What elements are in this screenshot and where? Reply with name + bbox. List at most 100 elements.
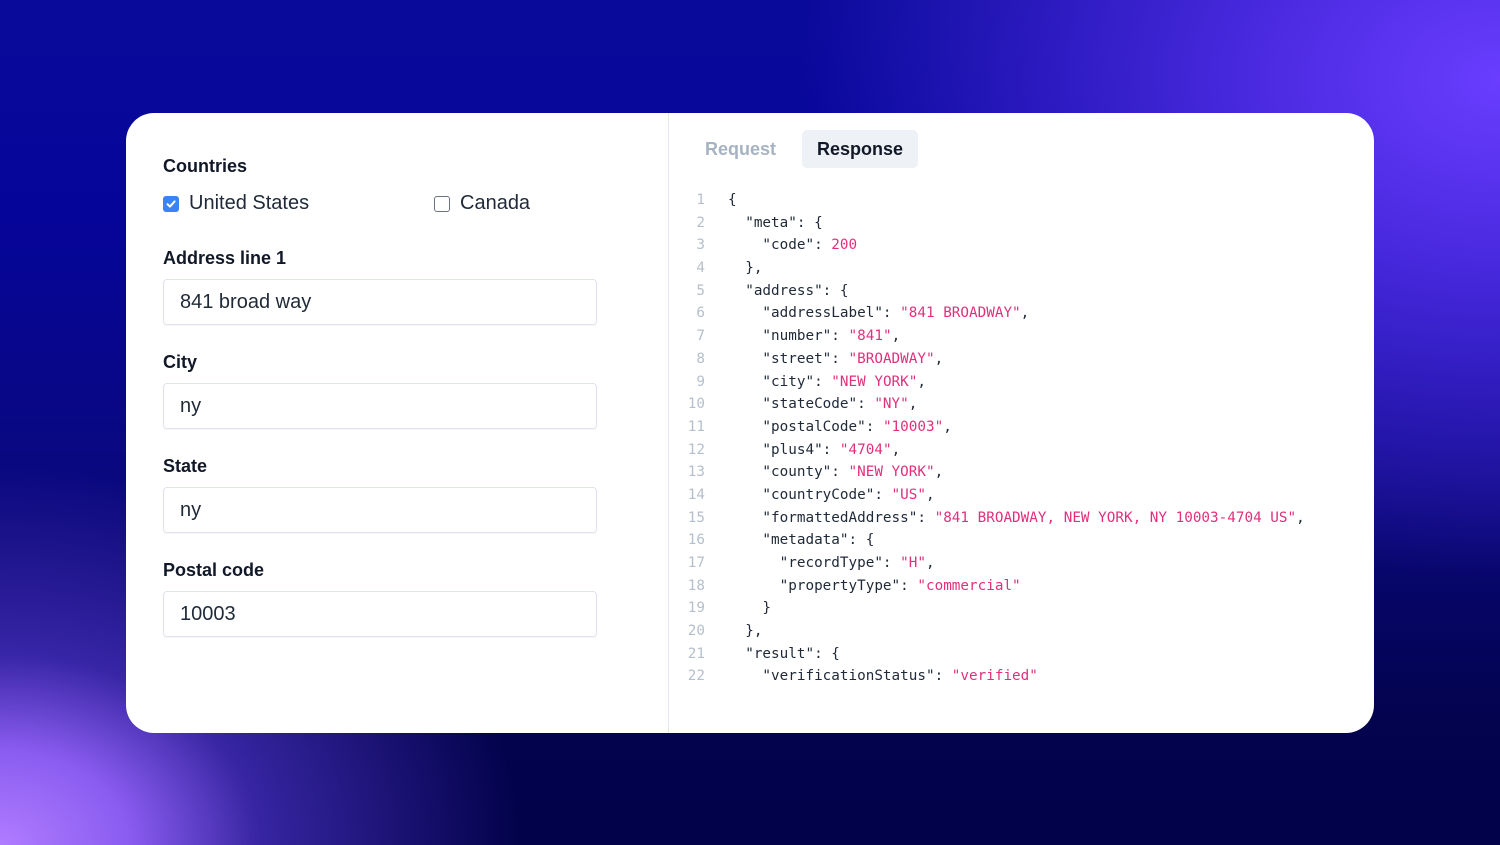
json-value: "841 BROADWAY" [900, 305, 1021, 322]
checkmark-icon [166, 199, 176, 208]
code-line: 16 "metadata": { [669, 529, 1305, 552]
code-text: "meta": { [728, 212, 822, 235]
line-number: 7 [696, 328, 705, 345]
json-token: "stateCode": [728, 396, 875, 413]
json-value: "841 BROADWAY, NEW YORK, NY 10003-4704 U… [934, 509, 1297, 526]
json-response-viewer: 1{2 "meta": {3 "code": 200 4 }, 5 "address… [669, 189, 1305, 688]
json-token: , [925, 486, 935, 503]
json-token: { [728, 192, 737, 208]
code-text: "stateCode": "NY", [728, 393, 917, 416]
postal-code-label: Postal code [163, 560, 265, 580]
state-label: State [163, 456, 208, 476]
line-number: 9 [696, 373, 705, 390]
code-text: "addressLabel": "841 BROADWAY", [728, 302, 1029, 325]
json-value: "NEW YORK" [848, 464, 935, 481]
line-number: 22 [687, 668, 705, 685]
code-line: 7 "number": "841", [669, 325, 1305, 348]
code-text: "result": { [728, 643, 840, 666]
code-text: "code": 200 [728, 234, 857, 257]
code-text: }, [728, 257, 762, 280]
json-token: , [1020, 305, 1030, 322]
request-response-tabs: Request Response [695, 130, 919, 168]
country-option-us[interactable]: United States [163, 192, 309, 215]
json-value: "commercial" [917, 577, 1021, 594]
json-value: "4704" [839, 441, 892, 458]
json-token: "street": [728, 350, 849, 367]
line-number: 11 [687, 418, 705, 435]
checkbox-canada[interactable] [434, 195, 450, 212]
json-value: 200 [831, 237, 858, 254]
json-token: }, [728, 623, 763, 640]
code-text: "county": "NEW YORK", [728, 461, 943, 484]
postal-code-input[interactable]: 10003 [163, 591, 597, 637]
line-number: 2 [696, 214, 705, 231]
code-text: "address": { [728, 280, 849, 303]
checkbox-label-canada: Canada [460, 192, 531, 214]
code-line: 5 "address": { [669, 280, 1305, 303]
line-number: 20 [687, 623, 705, 640]
code-text: "propertyType": "commercial" [728, 575, 1021, 598]
code-line: 8 "street": "BROADWAY", [669, 348, 1305, 371]
json-token: , [934, 350, 944, 367]
code-text: "postalCode": "10003", [728, 416, 952, 439]
line-number: 16 [687, 532, 705, 549]
json-token: , [917, 373, 926, 390]
city-input[interactable]: ny [163, 383, 597, 429]
code-line: 12 "plus4": "4704", [669, 439, 1305, 462]
line-number: 12 [687, 441, 705, 458]
code-line: 17 "recordType": "H", [669, 552, 1305, 575]
code-text: } [728, 597, 771, 620]
code-text: "formattedAddress": "841 BROADWAY, NEW Y… [728, 507, 1305, 530]
code-line: 21 "result": { [669, 643, 1305, 666]
city-label: City [163, 352, 198, 372]
json-token: "metadata": { [728, 532, 875, 549]
json-token: }, [728, 260, 763, 277]
code-line: 11 "postalCode": "10003", [669, 416, 1305, 439]
line-number: 4 [696, 260, 705, 277]
code-text: "recordType": "H", [728, 552, 935, 575]
checkbox-united-states[interactable] [163, 195, 179, 212]
json-token: , [925, 555, 935, 571]
json-token: "county": [728, 464, 849, 481]
code-line: 13 "county": "NEW YORK", [669, 461, 1305, 484]
json-token: , [943, 418, 952, 435]
code-text: { [728, 189, 737, 212]
line-number: 6 [696, 305, 705, 322]
json-token: "city": [728, 373, 832, 390]
address-line-1-input[interactable]: 841 broad way [163, 279, 597, 325]
json-value: "H" [900, 555, 926, 571]
address-form: Countries United States Canada Address l… [126, 113, 669, 733]
json-token: , [1296, 509, 1305, 526]
json-token: "propertyType": [728, 577, 918, 594]
country-option-canada[interactable]: Canada [434, 192, 530, 215]
json-value: "verified" [951, 668, 1038, 685]
line-number: 18 [687, 577, 705, 594]
code-text: }, [728, 620, 762, 643]
line-number: 15 [687, 509, 705, 526]
code-line: 22 "verificationStatus": "verified" [669, 665, 1305, 688]
line-number: 10 [687, 396, 705, 413]
json-value: "NY" [874, 396, 909, 413]
state-input[interactable]: ny [163, 487, 597, 533]
address-verification-card: Countries United States Canada Address l… [126, 113, 1374, 733]
code-line: 3 "code": 200 [669, 234, 1305, 257]
code-text: "metadata": { [728, 529, 874, 552]
tab-request[interactable]: Request [695, 130, 786, 168]
code-line: 14 "countryCode": "US", [669, 484, 1305, 507]
json-value: "NEW YORK" [831, 373, 918, 390]
code-text: "number": "841", [728, 325, 900, 348]
json-value: "10003" [882, 418, 944, 435]
line-number: 13 [687, 464, 705, 481]
json-token: "address": { [728, 282, 849, 299]
checkbox-label-united-states: United States [189, 192, 310, 214]
address-line-1-label: Address line 1 [163, 248, 287, 268]
tab-response[interactable]: Response [802, 130, 919, 168]
code-text: "street": "BROADWAY", [728, 348, 943, 371]
json-token: "addressLabel": [728, 305, 901, 322]
json-token: , [934, 464, 944, 481]
code-line: 18 "propertyType": "commercial" [669, 575, 1305, 598]
json-token: "verificationStatus": [728, 668, 952, 685]
code-line: 4 }, [669, 257, 1305, 280]
code-line: 1{ [669, 189, 1305, 212]
api-panel: Request Response 1{ 2 "meta": {3 "code": … [669, 113, 1374, 733]
